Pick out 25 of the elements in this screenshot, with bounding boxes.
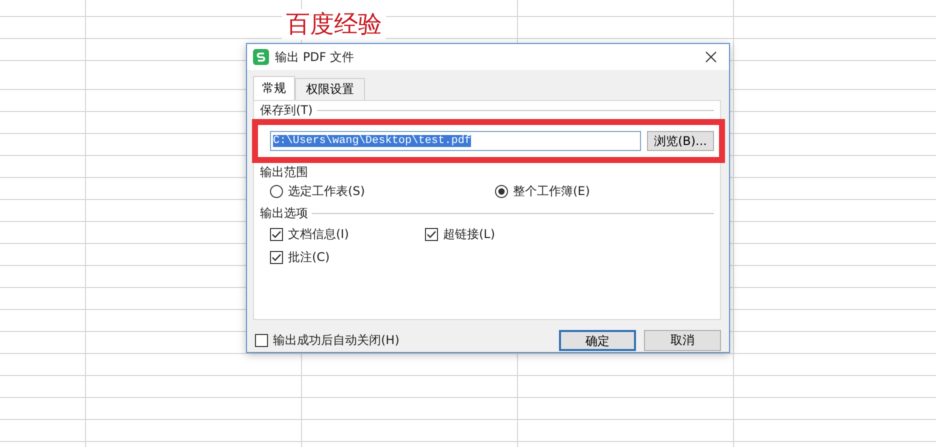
radio-label: 整个工作簿(E) <box>513 183 590 200</box>
checkbox[interactable] <box>270 228 283 241</box>
cancel-button[interactable]: 取消 <box>644 330 721 351</box>
checkbox[interactable] <box>425 228 438 241</box>
ok-button[interactable]: 确定 <box>559 330 636 351</box>
tab[interactable]: 权限设置 <box>295 78 365 100</box>
radio-label: 选定工作表(S) <box>288 183 365 200</box>
checkbox-label: 批注(C) <box>288 249 330 266</box>
browse-button[interactable]: 浏览(B)... <box>646 131 714 151</box>
radio-button[interactable] <box>495 185 508 198</box>
group-label: 输出范围 <box>260 164 308 180</box>
checkbox-label: 超链接(L) <box>443 226 496 243</box>
checkbox[interactable] <box>270 251 283 264</box>
path-field[interactable]: C:\Users\wang\Desktop\test.pdf <box>270 131 641 151</box>
group-label: 保存到(T) <box>260 102 313 118</box>
tab[interactable]: 常规 <box>253 76 295 100</box>
sheet-heading: 百度经验 <box>282 9 386 40</box>
radio-button[interactable] <box>270 185 283 198</box>
group-label: 输出选项 <box>260 204 308 222</box>
checkbox-label: 文档信息(I) <box>288 226 349 243</box>
checkbox-label: 输出成功后自动关闭(H) <box>273 332 400 349</box>
close-icon[interactable] <box>705 51 717 63</box>
window-title: 输出 PDF 文件 <box>275 48 356 66</box>
checkbox[interactable] <box>255 334 268 347</box>
app-icon <box>253 49 269 65</box>
